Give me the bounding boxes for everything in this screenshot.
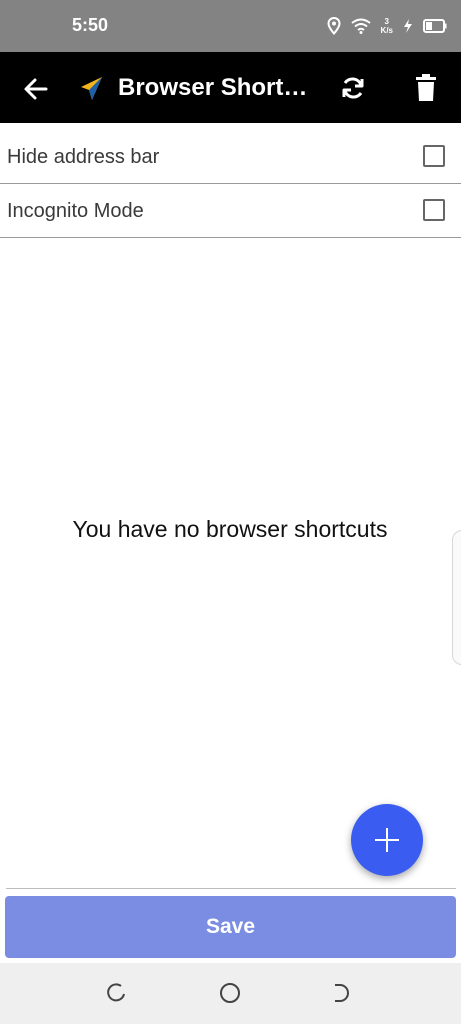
- wifi-icon: [350, 18, 371, 34]
- nav-back-icon: [107, 983, 125, 1002]
- plus-icon: [375, 828, 399, 852]
- network-speed: 3 K/s: [381, 17, 393, 35]
- page-title: Browser Shortcuts: [118, 74, 308, 101]
- trash-icon: [416, 74, 436, 101]
- divider: [6, 888, 456, 889]
- charging-icon: [404, 19, 412, 33]
- status-time: 5:50: [72, 15, 109, 35]
- incognito-mode-label: Incognito Mode: [7, 200, 144, 222]
- save-button[interactable]: Save: [5, 896, 456, 958]
- system-nav-bar: [0, 963, 461, 1024]
- status-icons: 3 K/s: [327, 14, 447, 38]
- nav-home-icon: [220, 983, 240, 1003]
- hide-address-bar-label: Hide address bar: [7, 146, 160, 168]
- hide-address-bar-checkbox[interactable]: [423, 145, 445, 167]
- refresh-button[interactable]: [339, 74, 367, 102]
- option-hide-address-bar[interactable]: Hide address bar: [0, 130, 461, 184]
- nav-recent-icon: [335, 984, 349, 1002]
- nav-back-button[interactable]: [106, 982, 128, 1004]
- incognito-mode-checkbox[interactable]: [423, 199, 445, 221]
- edge-panel-handle[interactable]: [452, 530, 461, 665]
- nav-home-button[interactable]: [219, 982, 241, 1004]
- back-button[interactable]: [20, 73, 52, 105]
- speed-unit: K/s: [380, 26, 393, 35]
- nav-recent-button[interactable]: [331, 982, 353, 1004]
- refresh-icon: [342, 77, 364, 99]
- add-shortcut-button[interactable]: [351, 804, 423, 876]
- empty-state-message: You have no browser shortcuts: [72, 516, 388, 542]
- app-logo-icon: [78, 74, 106, 102]
- option-incognito-mode[interactable]: Incognito Mode: [0, 184, 461, 238]
- back-arrow-icon: [24, 78, 48, 100]
- delete-button[interactable]: [414, 74, 438, 102]
- app-bar: Browser Shortcuts: [0, 52, 461, 123]
- location-icon: [327, 17, 341, 35]
- status-bar: 5:50 3 K/s: [0, 0, 461, 52]
- speed-value: 3: [384, 17, 389, 26]
- battery-icon: [423, 19, 447, 33]
